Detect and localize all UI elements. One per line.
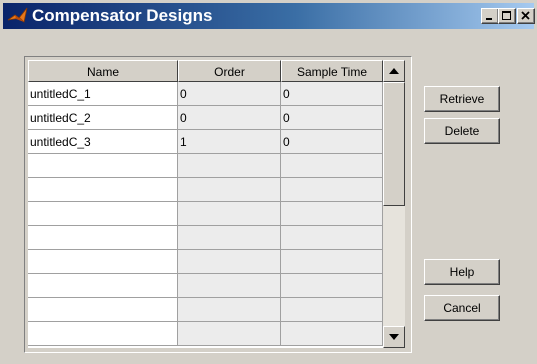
cell-sample-time[interactable]: [281, 322, 383, 346]
designs-table[interactable]: Name Order Sample Time untitledC_1 0 0 unti…: [28, 60, 383, 348]
cell-name[interactable]: [28, 178, 178, 202]
cell-name[interactable]: [28, 298, 178, 322]
column-header-sample-time[interactable]: Sample Time: [281, 60, 383, 82]
compensator-designs-window: Compensator Designs Name Order Sample Ti…: [0, 0, 537, 364]
arrow-up-icon: [389, 68, 399, 74]
cell-order[interactable]: [178, 202, 281, 226]
table-row[interactable]: [28, 154, 383, 178]
column-header-order[interactable]: Order: [178, 60, 281, 82]
cell-name[interactable]: [28, 226, 178, 250]
cell-sample-time[interactable]: [281, 226, 383, 250]
window-title: Compensator Designs: [32, 6, 213, 25]
title-bar[interactable]: Compensator Designs: [3, 3, 535, 29]
cell-order[interactable]: [178, 274, 281, 298]
close-button[interactable]: [517, 8, 535, 24]
cell-order[interactable]: [178, 178, 281, 202]
cell-sample-time[interactable]: [281, 298, 383, 322]
minimize-button[interactable]: [481, 8, 499, 24]
cell-name[interactable]: [28, 154, 178, 178]
cell-sample-time[interactable]: [281, 274, 383, 298]
scroll-down-button[interactable]: [383, 326, 405, 348]
help-button[interactable]: Help: [424, 259, 500, 285]
cell-order[interactable]: [178, 322, 281, 346]
cell-sample-time[interactable]: 0: [281, 130, 383, 154]
cell-order[interactable]: [178, 250, 281, 274]
scrollbar-thumb[interactable]: [383, 82, 405, 206]
minimize-icon: [486, 18, 492, 20]
cell-name[interactable]: untitledC_1: [28, 82, 178, 106]
cell-name[interactable]: [28, 250, 178, 274]
table-row[interactable]: [28, 202, 383, 226]
cell-name[interactable]: [28, 274, 178, 298]
maximize-icon: [502, 11, 511, 20]
cell-name[interactable]: untitledC_2: [28, 106, 178, 130]
cell-order[interactable]: [178, 154, 281, 178]
table-row[interactable]: [28, 274, 383, 298]
cell-order[interactable]: 0: [178, 82, 281, 106]
maximize-button[interactable]: [498, 8, 516, 24]
table-row[interactable]: untitledC_2 0 0: [28, 106, 383, 130]
table-row[interactable]: untitledC_1 0 0: [28, 82, 383, 106]
table-row[interactable]: [28, 226, 383, 250]
table-row[interactable]: untitledC_3 1 0: [28, 130, 383, 154]
delete-button[interactable]: Delete: [424, 118, 500, 144]
table-row[interactable]: [28, 178, 383, 202]
arrow-down-icon: [389, 334, 399, 340]
cell-sample-time[interactable]: [281, 250, 383, 274]
cell-order[interactable]: 0: [178, 106, 281, 130]
vertical-scrollbar[interactable]: [383, 60, 405, 348]
table-row[interactable]: [28, 322, 383, 346]
matlab-icon: [7, 6, 29, 26]
cell-sample-time[interactable]: [281, 202, 383, 226]
cell-sample-time[interactable]: 0: [281, 82, 383, 106]
column-header-name[interactable]: Name: [28, 60, 178, 82]
cell-sample-time[interactable]: 0: [281, 106, 383, 130]
cell-order[interactable]: 1: [178, 130, 281, 154]
retrieve-button[interactable]: Retrieve: [424, 86, 500, 112]
table-row[interactable]: [28, 250, 383, 274]
cell-sample-time[interactable]: [281, 154, 383, 178]
cancel-button[interactable]: Cancel: [424, 295, 500, 321]
cell-order[interactable]: [178, 226, 281, 250]
cell-sample-time[interactable]: [281, 178, 383, 202]
cell-order[interactable]: [178, 298, 281, 322]
scroll-up-button[interactable]: [383, 60, 405, 82]
cell-name[interactable]: untitledC_3: [28, 130, 178, 154]
cell-name[interactable]: [28, 322, 178, 346]
table-row[interactable]: [28, 298, 383, 322]
cell-name[interactable]: [28, 202, 178, 226]
close-icon: [521, 11, 530, 20]
